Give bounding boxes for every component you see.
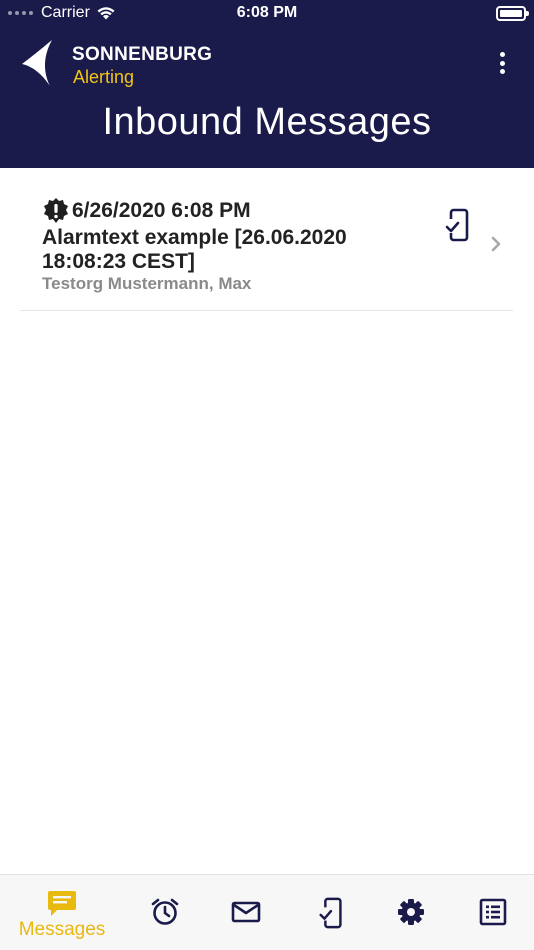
more-dot-icon xyxy=(499,52,505,57)
more-options-button[interactable] xyxy=(492,50,512,76)
phone-check-icon xyxy=(445,208,469,242)
tab-settings[interactable] xyxy=(390,875,432,950)
list-icon xyxy=(479,898,507,926)
mail-icon xyxy=(231,901,261,923)
gear-icon xyxy=(398,899,424,925)
page-title: Inbound Messages xyxy=(102,101,432,143)
message-list-item[interactable]: 6/26/2020 6:08 PM Alarmtext example [26.… xyxy=(20,185,513,311)
more-dot-icon xyxy=(499,60,505,66)
brand-name: SONNENBURG xyxy=(72,44,213,65)
message-date: 6/26/2020 6:08 PM xyxy=(72,199,251,222)
tab-mail[interactable] xyxy=(225,875,267,950)
brand-subtitle: Alerting xyxy=(73,67,135,87)
tab-alarm[interactable] xyxy=(144,875,186,950)
battery-icon xyxy=(496,6,529,21)
app-header: Carrier 6:08 PM SONNENBURG Alerting Inbo… xyxy=(0,0,534,168)
message-text: Alarmtext example [26.06.2020 18:08:23 C… xyxy=(42,226,347,273)
status-bar: Carrier 6:08 PM xyxy=(0,0,534,28)
message-icon xyxy=(48,891,76,916)
alert-badge-icon xyxy=(44,198,68,223)
phone-check-icon xyxy=(318,897,342,929)
more-dot-icon xyxy=(499,69,505,74)
tab-messages[interactable]: Messages xyxy=(12,875,112,950)
sonnenburg-logo-icon xyxy=(22,40,52,86)
alarm-clock-icon xyxy=(151,898,179,925)
tab-log[interactable] xyxy=(472,875,514,950)
status-time: 6:08 PM xyxy=(236,4,298,21)
tab-bar: Messages xyxy=(0,874,534,950)
message-sender: Testorg Mustermann, Max xyxy=(42,274,252,293)
chevron-right-icon xyxy=(491,236,501,252)
tab-messages-label: Messages xyxy=(18,919,106,940)
tab-confirm[interactable] xyxy=(310,875,352,950)
